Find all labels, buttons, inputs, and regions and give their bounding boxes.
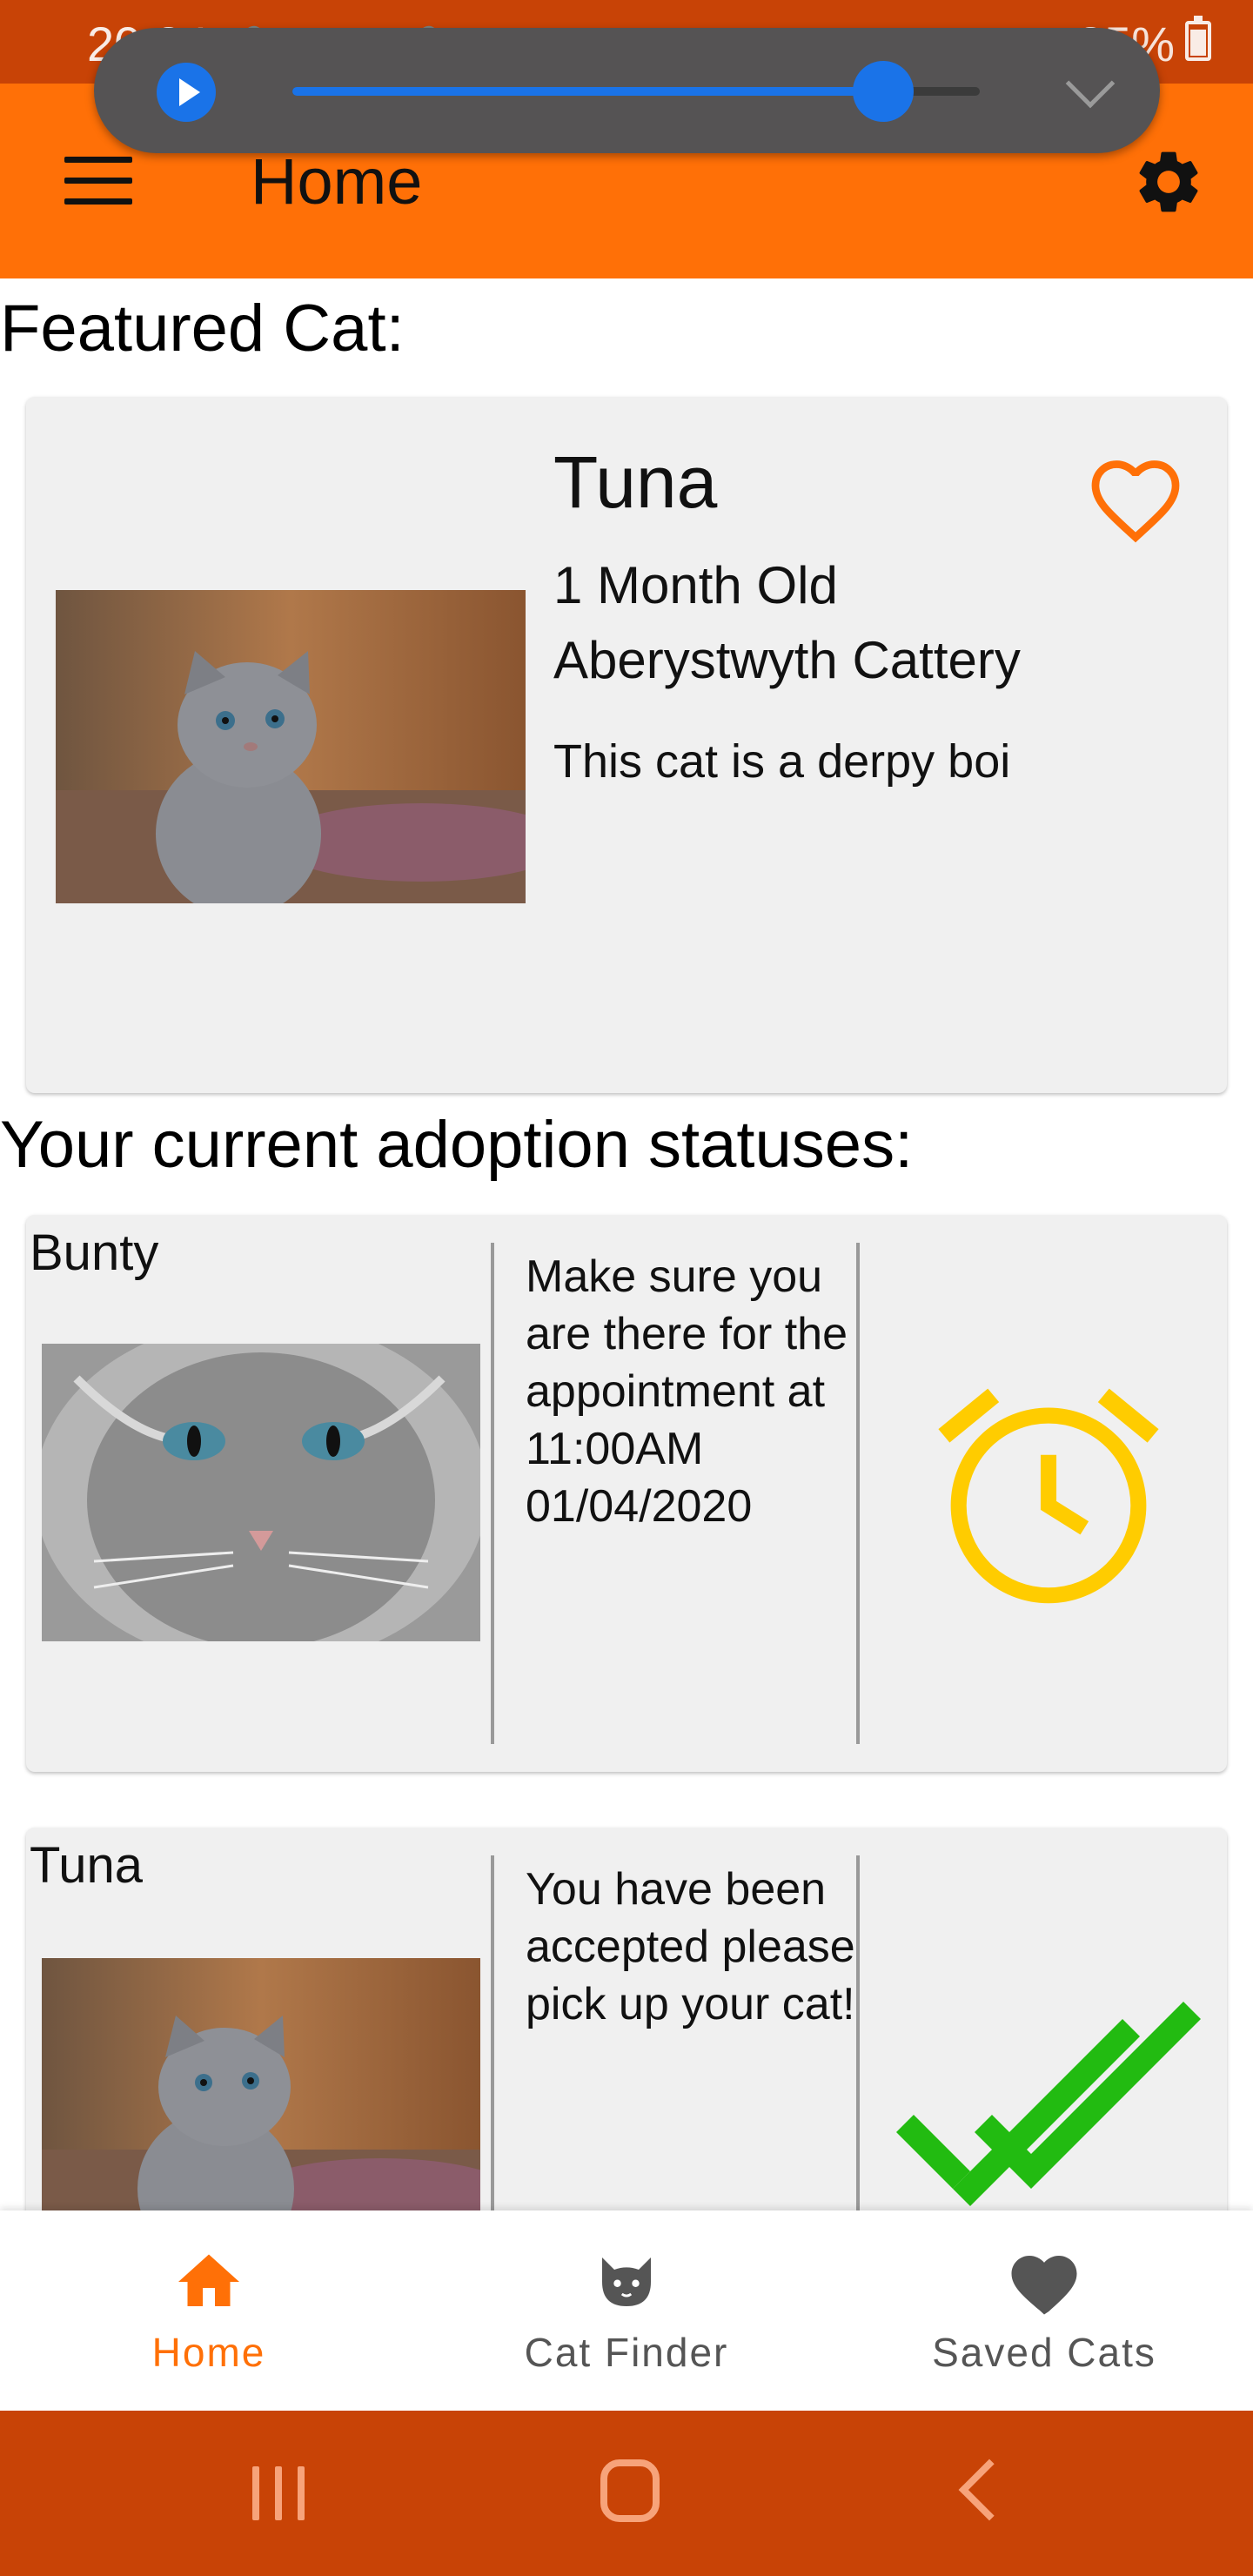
battery-icon [1185, 16, 1211, 61]
play-button[interactable] [157, 63, 216, 122]
heart-outline-icon[interactable] [1079, 440, 1192, 545]
adoption-cat-name: Tuna [30, 1837, 144, 1894]
system-navigation-bar [0, 2411, 1253, 2576]
featured-cat-card[interactable]: Tuna 1 Month Old Aberystwyth Cattery Thi… [26, 397, 1227, 1093]
column-divider [856, 1243, 860, 1744]
chevron-down-icon[interactable] [1065, 58, 1116, 109]
adoption-cat-name: Bunty [30, 1224, 159, 1281]
adoption-cat-photo [42, 1344, 480, 1641]
menu-button[interactable] [64, 157, 132, 205]
cat-icon [602, 2257, 651, 2306]
home-icon [178, 2254, 239, 2306]
page-title: Home [251, 145, 423, 218]
media-seek-thumb[interactable] [853, 61, 915, 122]
nav-label-home: Home [151, 2330, 266, 2375]
heart-icon [1011, 2256, 1077, 2315]
double-check-icon [896, 2002, 1201, 2206]
media-player [94, 28, 1160, 153]
nav-label-saved-cats: Saved Cats [932, 2330, 1156, 2375]
nav-label-cat-finder: Cat Finder [524, 2330, 729, 2375]
featured-cat-age: 1 Month Old [553, 556, 838, 614]
adoption-status-card[interactable]: Bunty Make sure you are there for the ap… [26, 1215, 1227, 1772]
system-home-icon[interactable] [600, 2459, 660, 2522]
nav-tab-saved-cats[interactable]: Saved Cats [835, 2210, 1253, 2411]
featured-cat-name: Tuna [553, 441, 718, 523]
recent-apps-icon[interactable] [252, 2466, 305, 2520]
adoption-status-message: You have been accepted please pick up yo… [526, 1864, 855, 2029]
alarm-clock-icon [938, 1388, 1159, 1604]
bottom-navigation: Home Cat Finder Saved Cats [0, 2210, 1253, 2411]
media-seekbar[interactable] [292, 61, 980, 122]
featured-cat-photo [56, 590, 526, 903]
settings-gear-icon[interactable] [1131, 144, 1206, 219]
media-progress [292, 87, 884, 96]
featured-cat-location: Aberystwyth Cattery [553, 631, 1021, 689]
nav-tab-cat-finder[interactable]: Cat Finder [418, 2210, 835, 2411]
featured-cat-description: This cat is a derpy boi [553, 735, 1011, 788]
nav-tab-home[interactable]: Home [0, 2210, 418, 2411]
column-divider [491, 1243, 494, 1744]
adoptions-heading: Your current adoption statuses: [0, 1108, 914, 1182]
menu-icon [64, 157, 132, 163]
back-icon[interactable] [958, 2459, 1021, 2521]
featured-heading: Featured Cat: [0, 292, 405, 366]
adoption-status-message: Make sure you are there for the appointm… [526, 1251, 848, 1532]
